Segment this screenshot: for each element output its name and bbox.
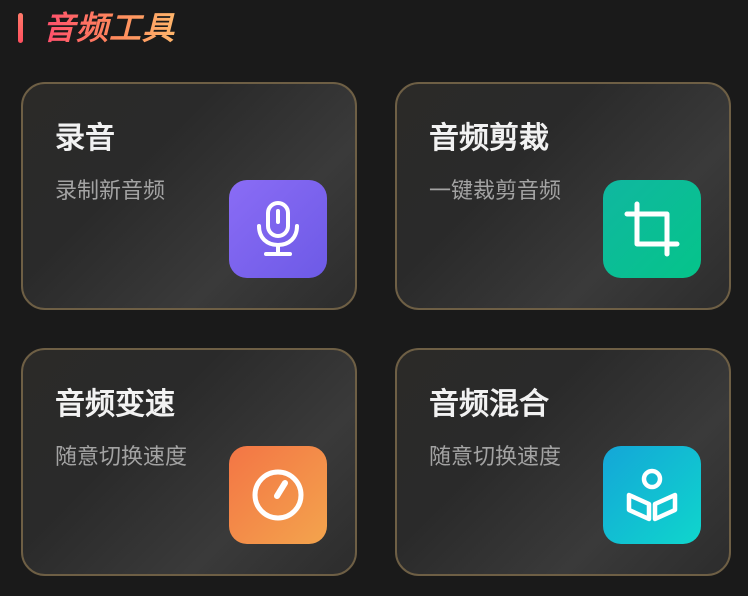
audio-tools-panel: 音频工具 录音 录制新音频 音频剪裁 一键裁剪音频 音频变速 随意切换速度 音频…: [0, 0, 748, 596]
section-title: 音频工具: [43, 9, 176, 47]
speedometer-icon: [229, 446, 327, 544]
tool-card-subtitle: 随意切换速度: [55, 445, 188, 470]
tool-card-record[interactable]: 录音 录制新音频: [21, 82, 357, 310]
tool-card-title: 音频混合: [429, 387, 549, 422]
tool-card-title: 音频剪裁: [429, 121, 549, 156]
crop-icon: [603, 180, 701, 278]
microphone-icon: [229, 180, 327, 278]
tool-card-audio-speed[interactable]: 音频变速 随意切换速度: [21, 348, 357, 576]
tool-card-subtitle: 一键裁剪音频: [429, 179, 562, 204]
tool-card-title: 录音: [55, 121, 115, 156]
tool-card-subtitle: 随意切换速度: [429, 445, 562, 470]
tool-card-audio-mix[interactable]: 音频混合 随意切换速度: [395, 348, 731, 576]
tool-card-subtitle: 录制新音频: [55, 179, 166, 204]
tool-card-title: 音频变速: [55, 387, 175, 422]
section-header: 音频工具: [18, 8, 175, 48]
mix-icon: [603, 446, 701, 544]
section-accent-bar: [18, 13, 23, 43]
tool-card-audio-crop[interactable]: 音频剪裁 一键裁剪音频: [395, 82, 731, 310]
